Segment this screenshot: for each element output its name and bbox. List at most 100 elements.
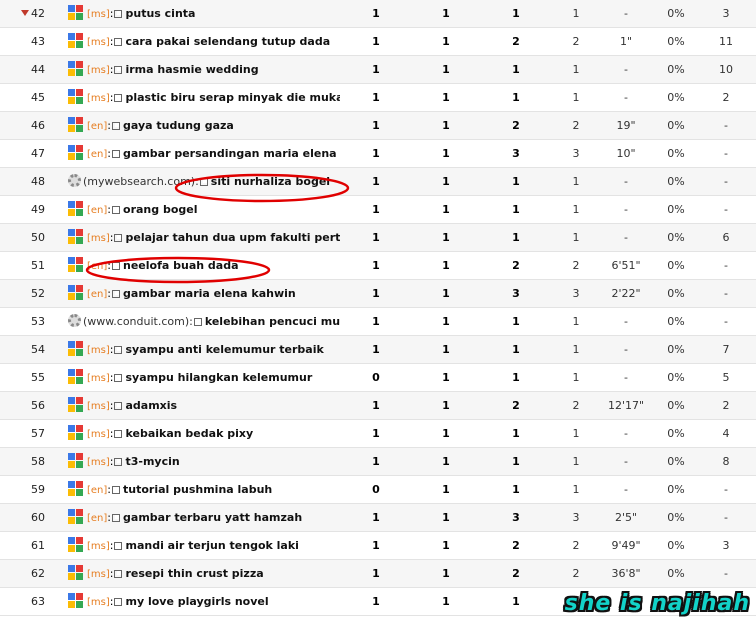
keyword-link[interactable]: gambar maria elena kahwin xyxy=(123,287,296,300)
external-link-icon[interactable] xyxy=(114,598,123,606)
external-link-icon[interactable] xyxy=(114,10,123,18)
keyword-link[interactable]: my love playgirls novel xyxy=(125,595,268,608)
row-number-text: 51 xyxy=(31,259,45,272)
google-search-icon xyxy=(68,537,83,552)
separator: : xyxy=(107,511,112,524)
gear-icon xyxy=(68,174,81,187)
keyword-link[interactable]: irma hasmie wedding xyxy=(125,63,258,76)
keyword-link[interactable]: siti nurhaliza bogel xyxy=(211,175,330,188)
keyword-link[interactable]: t3-mycin xyxy=(125,455,179,468)
language-tag: [ms] xyxy=(87,597,110,608)
language-tag: [ms] xyxy=(87,569,110,580)
table-row: 45 [ms]: plastic biru serap minyak die muk… xyxy=(0,84,756,112)
row-number-text: 52 xyxy=(31,287,45,300)
position-cell: - xyxy=(724,259,728,272)
percent-cell: 0% xyxy=(667,343,685,356)
external-link-icon[interactable] xyxy=(114,570,123,578)
keyword-link[interactable]: gambar persandingan maria elena xyxy=(123,147,337,160)
count-a-cell: 1 xyxy=(372,343,380,356)
row-number: 46 xyxy=(0,112,45,139)
row-number-text: 44 xyxy=(31,63,45,76)
count-b-cell: 1 xyxy=(442,119,450,132)
external-link-icon[interactable] xyxy=(114,374,123,382)
position-cell: - xyxy=(724,483,728,496)
external-link-icon[interactable] xyxy=(114,66,123,74)
keyword-link[interactable]: neelofa buah dada xyxy=(123,259,239,272)
percent-cell: 0% xyxy=(667,287,685,300)
external-link-icon[interactable] xyxy=(114,402,123,410)
count-c-cell: 1 xyxy=(512,595,520,608)
separator: : xyxy=(109,343,114,356)
count-c-cell: 1 xyxy=(512,175,520,188)
position-cell: - xyxy=(724,567,728,580)
count-c-cell: 1 xyxy=(512,455,520,468)
keyword-link[interactable]: pelajar tahun dua upm fakulti pertan xyxy=(125,231,340,244)
external-link-icon[interactable] xyxy=(114,94,123,102)
google-search-icon xyxy=(68,425,83,440)
position-cell: - xyxy=(724,287,728,300)
duration-cell: - xyxy=(624,343,628,356)
keyword-link[interactable]: plastic biru serap minyak die muka xyxy=(125,91,340,104)
language-tag: [ms] xyxy=(87,373,110,384)
external-link-icon[interactable] xyxy=(112,486,121,494)
row-number: 60 xyxy=(0,504,45,531)
count-b-cell: 1 xyxy=(442,175,450,188)
keyword-link[interactable]: gaya tudung gaza xyxy=(123,119,234,132)
external-link-icon[interactable] xyxy=(193,318,202,326)
language-tag: [en] xyxy=(87,485,108,496)
separator: : xyxy=(109,539,114,552)
keyword-cell: [en]: tutorial pushmina labuh xyxy=(68,476,340,504)
external-link-icon[interactable] xyxy=(114,38,123,46)
keyword-link[interactable]: adamxis xyxy=(125,399,177,412)
language-tag: [ms] xyxy=(87,401,110,412)
keyword-cell: [en]: gaya tudung gaza xyxy=(68,112,340,140)
keyword-link[interactable]: syampu hilangkan kelemumur xyxy=(125,371,312,384)
row-number-text: 55 xyxy=(31,371,45,384)
position-cell: 3 xyxy=(722,539,730,552)
keyword-link[interactable]: mandi air terjun tengok laki xyxy=(125,539,298,552)
keyword-link[interactable]: putus cinta xyxy=(125,7,195,20)
external-link-icon[interactable] xyxy=(112,262,121,270)
count-d-cell: 1 xyxy=(572,427,580,440)
external-link-icon[interactable] xyxy=(112,206,121,214)
row-number: 59 xyxy=(0,476,45,503)
count-a-cell: 1 xyxy=(372,315,380,328)
duration-cell: 2'22" xyxy=(611,287,641,300)
count-b-cell: 1 xyxy=(442,399,450,412)
external-link-icon[interactable] xyxy=(112,122,121,130)
count-b-cell: 1 xyxy=(442,147,450,160)
external-link-icon[interactable] xyxy=(112,290,121,298)
count-d-cell: 1 xyxy=(572,371,580,384)
keyword-link[interactable]: kelebihan pencuci muka xyxy=(205,315,340,328)
percent-cell: 0% xyxy=(667,483,685,496)
external-link-icon[interactable] xyxy=(114,542,123,550)
separator: : xyxy=(109,7,114,20)
percent-cell: 0% xyxy=(667,231,685,244)
external-link-icon[interactable] xyxy=(114,346,123,354)
keyword-link[interactable]: cara pakai selendang tutup dada xyxy=(125,35,330,48)
keyword-link[interactable]: syampu anti kelemumur terbaik xyxy=(125,343,323,356)
external-link-icon[interactable] xyxy=(112,514,121,522)
count-a-cell: 1 xyxy=(372,91,380,104)
external-link-icon[interactable] xyxy=(114,234,123,242)
keyword-link[interactable]: kebaikan bedak pixy xyxy=(125,427,253,440)
external-link-icon[interactable] xyxy=(199,178,208,186)
table-row: 44 [ms]: irma hasmie wedding 1 1 1 1 - 0% 10 xyxy=(0,56,756,84)
keyword-link[interactable]: resepi thin crust pizza xyxy=(125,567,263,580)
google-search-icon xyxy=(68,397,83,412)
language-tag: [en] xyxy=(87,149,108,160)
keyword-link[interactable]: tutorial pushmina labuh xyxy=(123,483,272,496)
external-link-icon[interactable] xyxy=(114,430,123,438)
external-link-icon[interactable] xyxy=(114,458,123,466)
separator: : xyxy=(107,147,112,160)
keyword-cell: [ms]: mandi air terjun tengok laki xyxy=(68,532,340,560)
external-link-icon[interactable] xyxy=(112,150,121,158)
duration-cell: 19" xyxy=(616,119,636,132)
keyword-cell: (mywebsearch.com): siti nurhaliza bogel xyxy=(68,168,340,195)
count-a-cell: 1 xyxy=(372,399,380,412)
keyword-link[interactable]: orang bogel xyxy=(123,203,197,216)
keyword-cell: [en]: neelofa buah dada xyxy=(68,252,340,280)
position-cell: - xyxy=(724,119,728,132)
keyword-link[interactable]: gambar terbaru yatt hamzah xyxy=(123,511,302,524)
table-row: 48 (mywebsearch.com): siti nurhaliza bogel… xyxy=(0,168,756,196)
